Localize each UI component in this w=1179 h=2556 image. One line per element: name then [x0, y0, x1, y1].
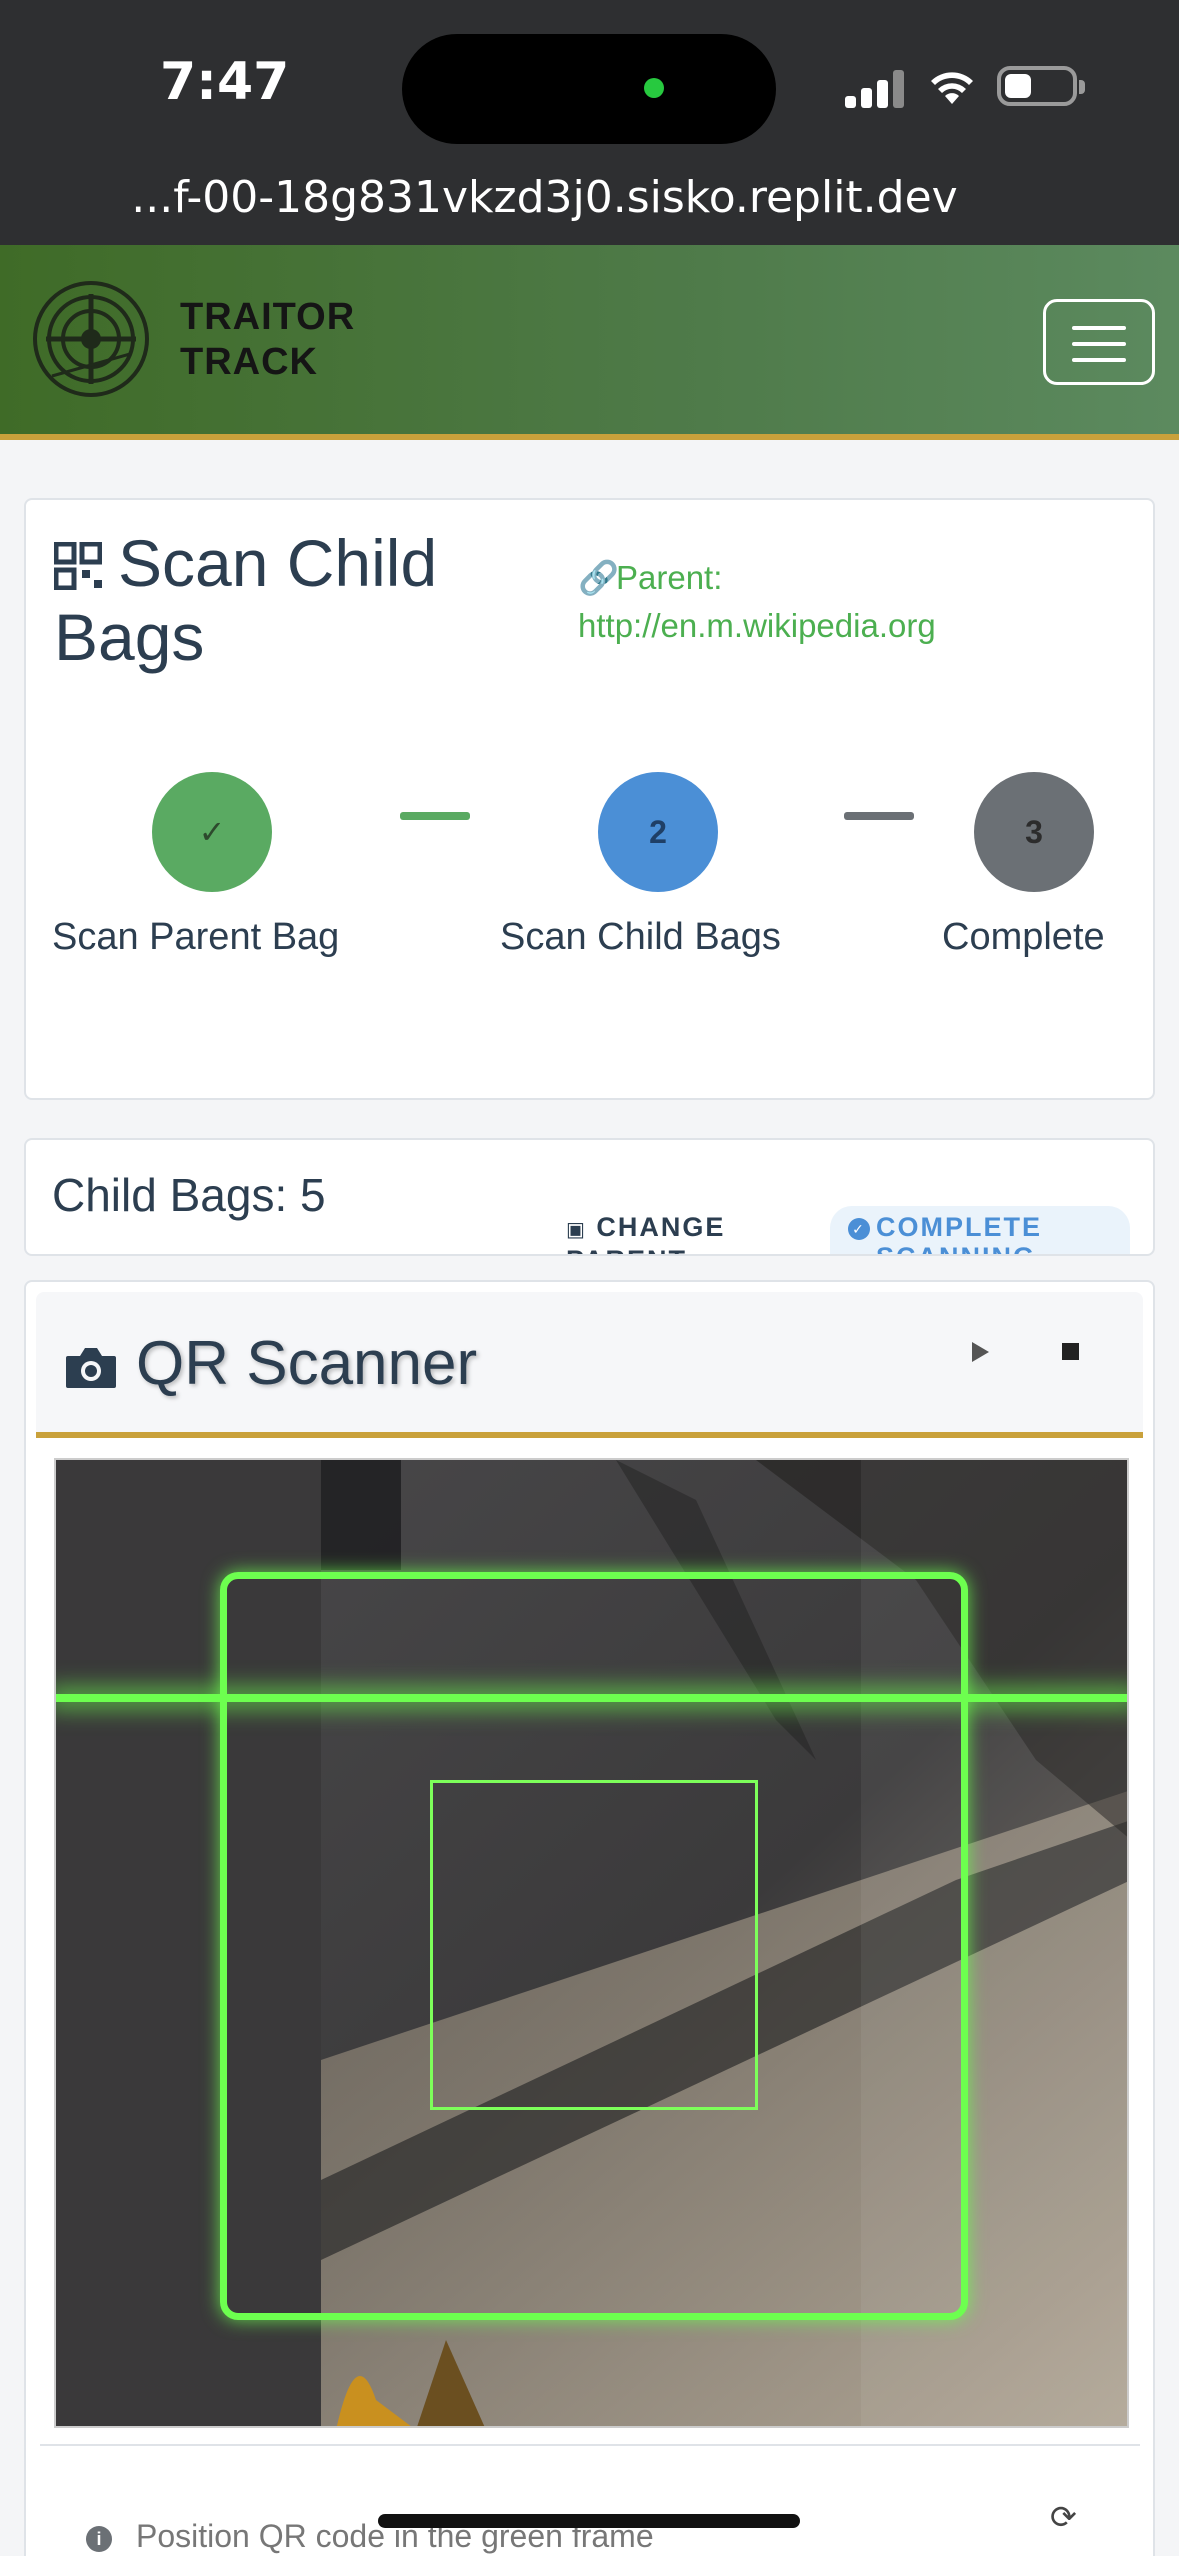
dynamic-island: [402, 34, 776, 144]
menu-toggle-button[interactable]: [1043, 299, 1155, 385]
step-2-indicator: 2: [598, 772, 718, 892]
stop-icon[interactable]: [1062, 1343, 1079, 1360]
scanner-header: QR Scanner: [36, 1292, 1143, 1438]
change-parent-label: CHANGE PARENT: [566, 1212, 726, 1254]
page-title: Scan Child Bags: [54, 526, 438, 674]
play-icon[interactable]: [972, 1342, 989, 1362]
info-icon: i: [86, 2526, 112, 2552]
camera-icon: [66, 1348, 116, 1388]
brand-line-1: TRAITOR: [180, 296, 356, 338]
link-icon: 🔗: [578, 559, 620, 596]
battery-icon: [997, 66, 1085, 106]
step-2-label: Scan Child Bags: [500, 916, 781, 958]
brand-name[interactable]: TRAITOR TRACK: [180, 295, 355, 385]
status-bar: 7:47 ...f-00-18g831vkzd3j0.sisko.replit.…: [0, 0, 1179, 245]
qrcode-icon: ▣: [566, 1219, 587, 1241]
step-3-label: Complete: [942, 916, 1105, 958]
clock: 7:47: [160, 52, 290, 112]
complete-scanning-label: COMPLETE SCANNING: [876, 1212, 1043, 1254]
change-parent-button[interactable]: ▣ CHANGE PARENT: [566, 1212, 786, 1254]
camera-feed[interactable]: [54, 1458, 1129, 2428]
signal-icon: [845, 68, 907, 108]
url-bar[interactable]: ...f-00-18g831vkzd3j0.sisko.replit.dev: [0, 172, 1179, 223]
scan-progress-card: Scan Child Bags 🔗Parent: http://en.m.wik…: [24, 498, 1155, 1100]
step-connector: [844, 812, 914, 820]
brand-line-2: TRACK: [180, 341, 318, 383]
crosshair-logo-icon[interactable]: [32, 280, 150, 398]
step-3-indicator: 3: [974, 772, 1094, 892]
parent-value[interactable]: http://en.m.wikipedia.org: [578, 607, 936, 644]
qr-target-box: [430, 1780, 758, 2110]
step-connector: [400, 812, 470, 820]
scanner-title: QR Scanner: [136, 1329, 478, 1398]
complete-scanning-button[interactable]: ✓ COMPLETE SCANNING: [830, 1206, 1130, 1254]
parent-info: 🔗Parent: http://en.m.wikipedia.org: [578, 554, 1098, 650]
url-text: ...f-00-18g831vkzd3j0.sisko.replit.dev: [131, 172, 958, 223]
refresh-icon[interactable]: ⟳: [1050, 2498, 1077, 2536]
step-1-indicator: ✓: [152, 772, 272, 892]
step-1-label: Scan Parent Bag: [52, 916, 340, 958]
wifi-icon: [931, 72, 973, 104]
navbar: TRAITOR TRACK: [0, 245, 1179, 440]
child-bag-count: Child Bags: 5: [52, 1169, 326, 1221]
check-circle-icon: ✓: [848, 1218, 870, 1240]
parent-label: Parent:: [616, 559, 723, 596]
qr-scanner-card: QR Scanner i Position QR code in the gre…: [24, 1280, 1155, 2556]
divider: [40, 2444, 1140, 2446]
child-bags-card: Child Bags: 5 ▣ CHANGE PARENT ✓ COMPLETE…: [24, 1138, 1155, 1256]
home-indicator[interactable]: [378, 2514, 800, 2528]
